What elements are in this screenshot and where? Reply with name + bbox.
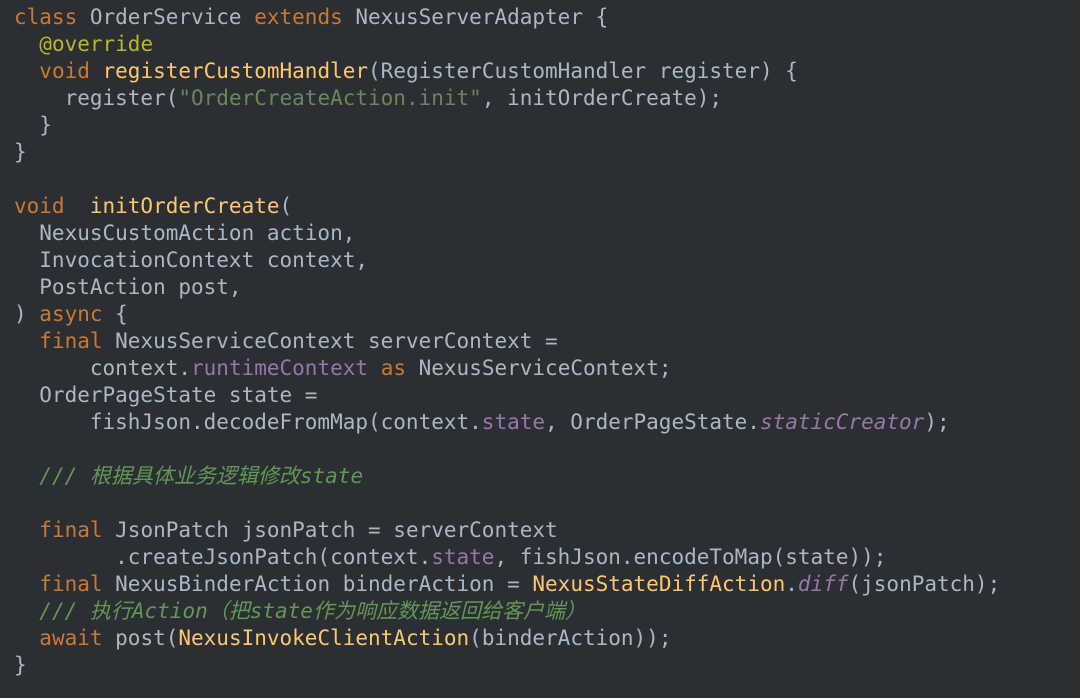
code-token: void <box>14 194 77 218</box>
code-token: OrderService <box>90 5 254 29</box>
code-token <box>14 626 39 650</box>
code-token: .createJsonPatch(context. <box>14 545 431 569</box>
code-line: NexusCustomAction action, <box>14 221 355 245</box>
code-token: final <box>39 329 115 353</box>
code-token <box>14 572 39 596</box>
code-token: post( <box>103 626 179 650</box>
code-token: JsonPatch jsonPatch = serverContext <box>115 518 558 542</box>
code-token: } <box>14 113 52 137</box>
code-token <box>14 329 39 353</box>
code-line: } <box>14 113 52 137</box>
code-line: OrderPageState state = <box>14 383 317 407</box>
code-token: . <box>785 572 798 596</box>
code-token: NexusInvokeClientAction <box>178 626 469 650</box>
code-token: final <box>39 518 115 542</box>
code-token: NexusServiceContext serverContext = <box>115 329 558 353</box>
code-token: register( <box>14 86 178 110</box>
code-token <box>14 32 39 56</box>
code-token: NexusServiceContext; <box>406 356 672 380</box>
code-token: ) <box>14 302 39 326</box>
code-token: NexusCustomAction action, <box>14 221 355 245</box>
code-line: } <box>14 653 27 677</box>
code-line: fishJson.decodeFromMap(context.state, Or… <box>14 410 950 434</box>
code-token: registerCustomHandler <box>103 59 369 83</box>
code-token: final <box>39 572 115 596</box>
code-token: { <box>103 302 128 326</box>
code-token: @override <box>39 32 153 56</box>
code-token: state <box>431 545 494 569</box>
code-token <box>14 464 39 488</box>
code-token: staticCreator <box>760 410 924 434</box>
code-line: await post(NexusInvokeClientAction(binde… <box>14 626 671 650</box>
code-token: diff <box>798 572 849 596</box>
code-line: final NexusServiceContext serverContext … <box>14 329 558 353</box>
code-token: class <box>14 5 90 29</box>
code-line: .createJsonPatch(context.state, fishJson… <box>14 545 886 569</box>
code-token <box>368 356 381 380</box>
code-token: void <box>39 59 102 83</box>
code-token: "OrderCreateAction.init" <box>178 86 481 110</box>
code-token: ( <box>280 194 293 218</box>
code-token: /// 执行Action（把state作为响应数据返回给客户端） <box>39 599 586 623</box>
code-line: void initOrderCreate( <box>14 194 292 218</box>
code-token: NexusServerAdapter { <box>355 5 608 29</box>
code-line: register("OrderCreateAction.init", initO… <box>14 86 722 110</box>
code-line: final JsonPatch jsonPatch = serverContex… <box>14 518 558 542</box>
code-token: await <box>39 626 102 650</box>
code-line: /// 根据具体业务逻辑修改state <box>14 464 363 488</box>
code-line: } <box>14 140 27 164</box>
code-token: InvocationContext context, <box>14 248 368 272</box>
code-line: PostAction post, <box>14 275 242 299</box>
code-line: @override <box>14 32 153 56</box>
code-token: , fishJson.encodeToMap(state)); <box>494 545 886 569</box>
code-token: , OrderPageState. <box>545 410 760 434</box>
code-token: runtimeContext <box>191 356 368 380</box>
code-token <box>14 518 39 542</box>
code-token: OrderPageState state = <box>14 383 317 407</box>
code-token: (jsonPatch); <box>849 572 1001 596</box>
code-token: fishJson.decodeFromMap(context. <box>14 410 482 434</box>
code-token: NexusBinderAction binderAction = <box>115 572 532 596</box>
code-block: class OrderService extends NexusServerAd… <box>0 0 1080 679</box>
code-token: } <box>14 653 27 677</box>
code-token: ); <box>924 410 949 434</box>
code-token: PostAction post, <box>14 275 242 299</box>
code-token: (binderAction)); <box>469 626 671 650</box>
code-line: context.runtimeContext as NexusServiceCo… <box>14 356 672 380</box>
code-line: void registerCustomHandler(RegisterCusto… <box>14 59 798 83</box>
code-token: async <box>39 302 102 326</box>
code-token <box>14 599 39 623</box>
code-line: InvocationContext context, <box>14 248 368 272</box>
code-token: state <box>482 410 545 434</box>
code-token <box>14 59 39 83</box>
code-line: final NexusBinderAction binderAction = N… <box>14 572 1000 596</box>
code-token: context. <box>14 356 191 380</box>
code-token: } <box>14 140 27 164</box>
code-token: /// 根据具体业务逻辑修改state <box>39 464 363 488</box>
code-token: initOrderCreate <box>77 194 279 218</box>
code-token: (RegisterCustomHandler register) { <box>368 59 798 83</box>
code-token: as <box>381 356 406 380</box>
code-line: /// 执行Action（把state作为响应数据返回给客户端） <box>14 599 586 623</box>
code-line: ) async { <box>14 302 128 326</box>
code-token: NexusStateDiffAction <box>532 572 785 596</box>
code-token: , initOrderCreate); <box>482 86 722 110</box>
code-line: class OrderService extends NexusServerAd… <box>14 5 608 29</box>
code-token: extends <box>254 5 355 29</box>
